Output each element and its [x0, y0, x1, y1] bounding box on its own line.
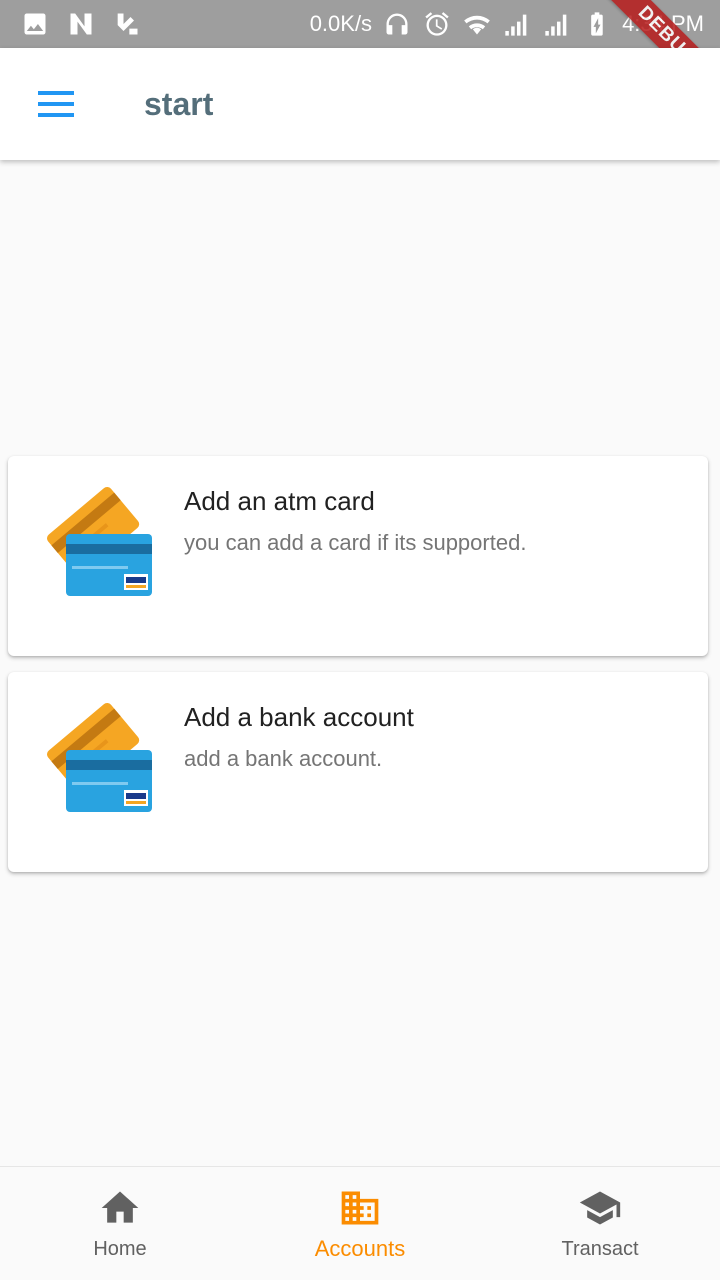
headphones-icon: [382, 9, 412, 39]
nav-item-accounts[interactable]: Accounts: [240, 1167, 480, 1280]
add-bank-account-tile[interactable]: Add a bank account add a bank account.: [8, 672, 708, 872]
nav-item-transact[interactable]: Transact: [480, 1167, 720, 1280]
alarm-icon: [422, 9, 452, 39]
app-bar: start: [0, 48, 720, 160]
home-icon: [98, 1186, 142, 1230]
card-subtitle: you can add a card if its supported.: [184, 530, 527, 555]
business-icon: [338, 1186, 382, 1230]
nav-label-accounts: Accounts: [314, 1235, 406, 1261]
battery-charging-icon: [582, 9, 612, 39]
nav-label-home: Home: [93, 1238, 147, 1260]
bottom-navigation: Home Accounts Transact: [0, 1166, 720, 1280]
card-title: Add a bank account: [184, 702, 414, 732]
menu-icon[interactable]: [28, 76, 84, 132]
card-title: Add an atm card: [184, 486, 375, 516]
status-bar: 0.0K/s 4:34 PM: [0, 0, 720, 48]
nav-label-transact: Transact: [561, 1238, 639, 1260]
check-app-icon: [112, 9, 142, 39]
credit-cards-icon: [47, 487, 152, 596]
n-logo-icon: [66, 9, 96, 39]
signal-icon: [502, 9, 532, 39]
add-atm-card-tile[interactable]: Add an atm card you can add a card if it…: [8, 456, 708, 656]
card-subtitle: add a bank account.: [184, 746, 383, 771]
school-icon: [578, 1186, 622, 1230]
image-icon: [20, 9, 50, 39]
status-bar-left: [20, 9, 142, 39]
signal-icon: [542, 9, 572, 39]
nav-item-home[interactable]: Home: [0, 1167, 240, 1280]
wifi-icon: [462, 9, 492, 39]
page-title: start: [144, 85, 214, 122]
net-speed: 0.0K/s: [309, 11, 373, 36]
credit-cards-icon: [47, 703, 152, 812]
